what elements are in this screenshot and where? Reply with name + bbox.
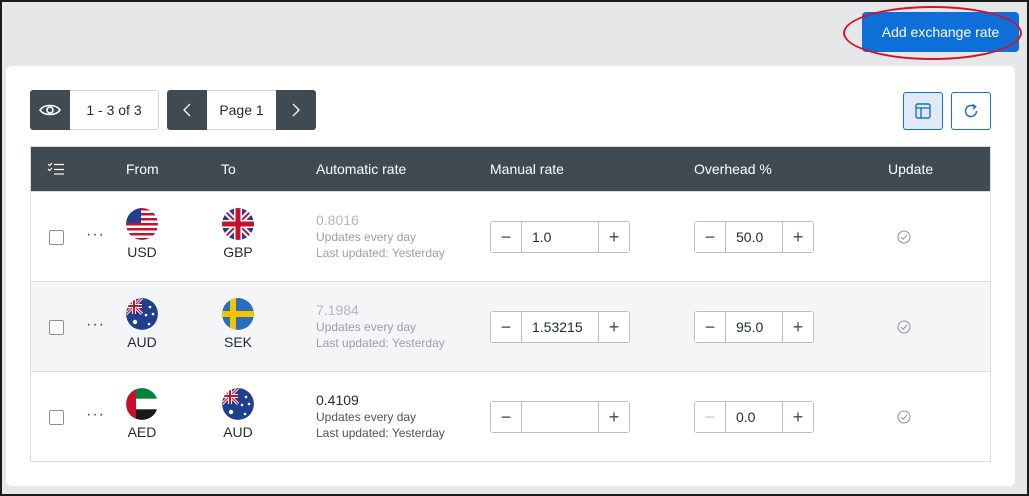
overhead-input[interactable] (725, 222, 783, 252)
table-header: From To Automatic rate Manual rate Overh… (31, 147, 990, 191)
increment-button[interactable]: + (783, 312, 813, 342)
uk-flag-icon (222, 208, 254, 240)
currency-code: AED (127, 424, 157, 440)
automatic-rate: 0.8016 Updates every day Last updated: Y… (316, 212, 445, 260)
from-currency: AED (112, 388, 172, 440)
rate-value: 0.8016 (316, 212, 359, 228)
us-flag-icon (126, 208, 158, 240)
next-page-button[interactable] (276, 90, 316, 130)
last-updated: Last updated: Yesterday (316, 426, 445, 440)
refresh-icon (964, 103, 978, 118)
uae-flag-icon (126, 388, 158, 420)
automatic-rate: 7.1984 Updates every day Last updated: Y… (316, 302, 445, 350)
header-to: To (221, 161, 236, 177)
layout-button[interactable] (903, 92, 943, 130)
manual-rate-stepper: − + (490, 401, 630, 433)
increment-button[interactable]: + (783, 222, 813, 252)
increment-button[interactable]: + (783, 402, 813, 432)
refresh-button[interactable] (951, 92, 991, 130)
prev-page-button[interactable] (167, 90, 207, 130)
last-updated: Last updated: Yesterday (316, 336, 445, 350)
last-updated: Last updated: Yesterday (316, 246, 445, 260)
increment-button[interactable]: + (599, 402, 629, 432)
currency-code: AUD (127, 334, 157, 350)
automatic-rate: 0.4109 Updates every day Last updated: Y… (316, 392, 445, 440)
checklist-icon (47, 162, 64, 175)
currency-code: SEK (223, 334, 252, 350)
row-checkbox[interactable] (49, 320, 64, 335)
currency-code: GBP (223, 244, 253, 260)
decrement-button[interactable]: − (695, 312, 725, 342)
header-manual-rate: Manual rate (490, 161, 564, 177)
currency-code: AUD (223, 424, 253, 440)
overhead-input[interactable] (725, 402, 783, 432)
row-checkbox[interactable] (49, 230, 64, 245)
eye-icon (39, 104, 61, 116)
decrement-button[interactable]: − (491, 402, 521, 432)
increment-button[interactable]: + (599, 312, 629, 342)
header-update: Update (888, 161, 934, 177)
decrement-button[interactable]: − (491, 312, 521, 342)
rate-value: 7.1984 (316, 302, 359, 318)
decrement-button[interactable]: − (695, 222, 725, 252)
header-overhead: Overhead % (694, 161, 772, 177)
overhead-input[interactable] (725, 312, 783, 342)
table-row: ··· AUD SEK 7.1984 Updates every day Las… (31, 281, 990, 371)
row-checkbox[interactable] (49, 410, 64, 425)
check-circle-icon[interactable] (897, 320, 911, 334)
update-frequency: Updates every day (316, 230, 417, 244)
update-frequency: Updates every day (316, 410, 417, 424)
rate-value: 0.4109 (316, 392, 359, 408)
update-frequency: Updates every day (316, 320, 417, 334)
chevron-left-icon (183, 103, 191, 117)
from-currency: AUD (112, 298, 172, 350)
australia-flag-icon (222, 388, 254, 420)
row-menu-button[interactable]: ··· (86, 226, 105, 244)
to-currency: GBP (208, 208, 268, 260)
page-label: Page 1 (207, 90, 276, 130)
currency-code: USD (127, 244, 157, 260)
row-menu-button[interactable]: ··· (86, 316, 105, 334)
record-count: 1 - 3 of 3 (70, 90, 159, 130)
row-menu-button[interactable]: ··· (86, 406, 105, 424)
overhead-stepper: − + (694, 221, 814, 253)
header-automatic-rate: Automatic rate (316, 161, 407, 177)
to-currency: SEK (208, 298, 268, 350)
manual-rate-input[interactable] (521, 402, 599, 432)
bulk-select-toggle[interactable] (47, 147, 65, 191)
layout-icon (915, 103, 931, 119)
increment-button[interactable]: + (599, 222, 629, 252)
overhead-stepper: − + (694, 311, 814, 343)
table-row: ··· USD GBP 0.8016 Updates every day Las… (31, 191, 990, 281)
manual-rate-stepper: − + (490, 311, 630, 343)
australia-flag-icon (126, 298, 158, 330)
header-from: From (126, 161, 159, 177)
decrement-button[interactable]: − (695, 402, 725, 432)
manual-rate-stepper: − + (490, 221, 630, 253)
manual-rate-input[interactable] (521, 312, 599, 342)
from-currency: USD (112, 208, 172, 260)
check-circle-icon[interactable] (897, 230, 911, 244)
overhead-stepper: − + (694, 401, 814, 433)
add-exchange-rate-button[interactable]: Add exchange rate (862, 12, 1019, 52)
to-currency: AUD (208, 388, 268, 440)
exchange-rate-table: From To Automatic rate Manual rate Overh… (30, 146, 991, 462)
view-toggle-button[interactable] (30, 90, 70, 130)
manual-rate-input[interactable] (521, 222, 599, 252)
sweden-flag-icon (222, 298, 254, 330)
chevron-right-icon (292, 103, 300, 117)
view-group: 1 - 3 of 3 (30, 90, 159, 130)
check-circle-icon[interactable] (897, 410, 911, 424)
table-row: ··· AED AUD 0.4109 Updates every day Las… (31, 371, 990, 461)
decrement-button[interactable]: − (491, 222, 521, 252)
pagination: Page 1 (167, 90, 316, 130)
